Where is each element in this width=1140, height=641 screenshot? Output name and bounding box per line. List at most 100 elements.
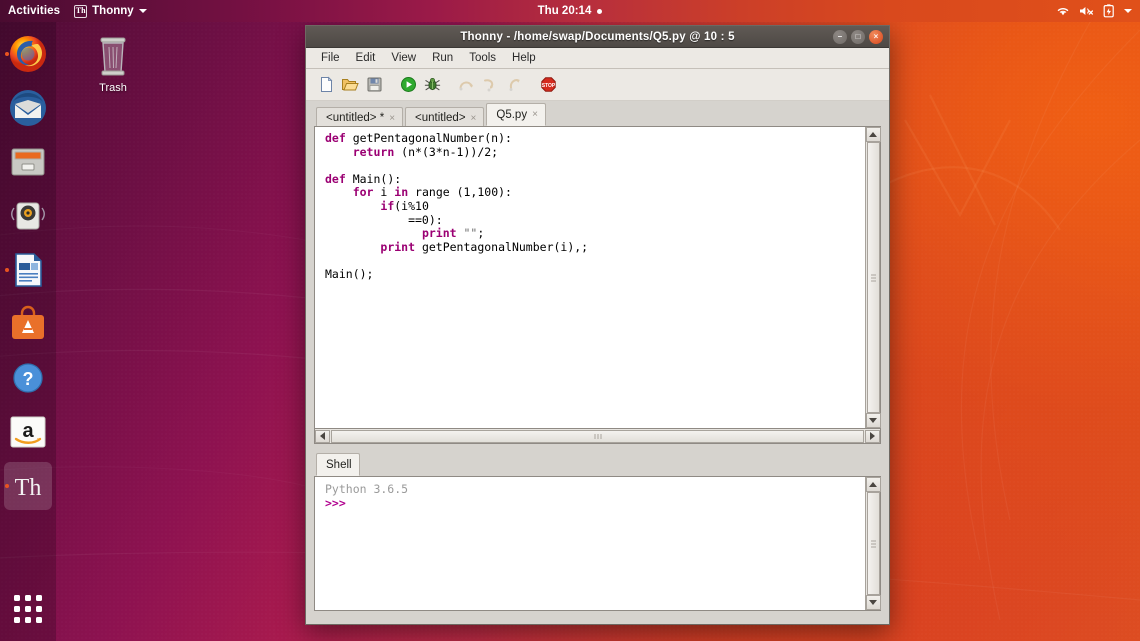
clock-button[interactable]: Thu 20:14 — [470, 5, 670, 17]
triangle-down-icon — [869, 418, 877, 423]
menu-edit[interactable]: Edit — [349, 50, 383, 66]
run-button[interactable] — [397, 74, 419, 96]
dock: ? a Th — [0, 22, 56, 641]
minimize-button[interactable]: – — [833, 30, 847, 44]
open-file-button[interactable] — [339, 74, 361, 96]
menu-file[interactable]: File — [314, 50, 347, 66]
svg-text:a: a — [22, 420, 34, 442]
thonny-icon: Th — [74, 5, 87, 18]
dock-item-help[interactable]: ? — [4, 354, 52, 402]
grid-dot — [36, 606, 42, 612]
code-token — [325, 145, 353, 159]
step-into-button[interactable] — [479, 74, 501, 96]
window-controls: – □ × — [833, 30, 883, 44]
code-token: getPentagonalNumber(n): — [346, 131, 512, 145]
code-token: (i%10 — [394, 199, 429, 213]
menu-help[interactable]: Help — [505, 50, 543, 66]
menu-tools[interactable]: Tools — [462, 50, 503, 66]
dock-item-thunderbird[interactable] — [4, 84, 52, 132]
dock-item-amazon[interactable]: a — [4, 408, 52, 456]
maximize-button[interactable]: □ — [851, 30, 865, 44]
code-editor-frame: def getPentagonalNumber(n): return (n*(3… — [314, 126, 881, 429]
system-menu-chevron-icon[interactable] — [1124, 9, 1132, 13]
dock-item-libreoffice-writer[interactable] — [4, 246, 52, 294]
code-token: in — [394, 185, 408, 199]
grid-dot — [14, 617, 20, 623]
grid-dot — [25, 606, 31, 612]
tab-label: <untitled> * — [326, 112, 384, 124]
shell-vertical-scrollbar[interactable] — [865, 477, 880, 610]
editor-horizontal-scrollbar[interactable] — [314, 429, 881, 444]
scrollbar-thumb[interactable] — [331, 430, 864, 443]
code-token: "" — [464, 226, 478, 240]
code-token — [325, 199, 380, 213]
desktop-icon-trash[interactable]: Trash — [82, 34, 144, 94]
code-token: for — [353, 185, 374, 199]
activities-button[interactable]: Activities — [8, 5, 60, 17]
tab-close-icon[interactable]: × — [532, 109, 538, 120]
code-token — [325, 185, 353, 199]
app-menu-button[interactable]: Th Thonny — [74, 5, 147, 18]
save-file-button[interactable] — [363, 74, 385, 96]
python-version-line: Python 3.6.5 — [325, 482, 408, 496]
new-file-button[interactable] — [315, 74, 337, 96]
stop-button[interactable]: STOP — [537, 74, 559, 96]
tab-label: Shell — [326, 459, 352, 471]
open-folder-icon — [341, 76, 359, 93]
code-token: Main(): — [346, 172, 401, 186]
editor-tab-q5py[interactable]: Q5.py × — [486, 103, 546, 126]
thonny-icon: Th — [8, 466, 48, 506]
battery-icon — [1103, 4, 1115, 18]
code-editor-text[interactable]: def getPentagonalNumber(n): return (n*(3… — [315, 127, 865, 428]
running-indicator — [5, 268, 9, 272]
debug-button[interactable] — [421, 74, 443, 96]
step-over-icon — [458, 76, 475, 93]
code-token: def — [325, 172, 346, 186]
tab-close-icon[interactable]: × — [471, 113, 477, 124]
menu-view[interactable]: View — [384, 50, 423, 66]
grid-dot — [36, 617, 42, 623]
scroll-down-button[interactable] — [866, 413, 881, 428]
scroll-right-button[interactable] — [865, 430, 880, 443]
clock-label: Thu 20:14 — [538, 5, 592, 17]
trash-icon — [93, 34, 133, 78]
running-indicator — [5, 52, 9, 56]
scrollbar-thumb[interactable] — [867, 142, 880, 413]
rhythmbox-icon — [8, 196, 48, 236]
scroll-left-button[interactable] — [315, 430, 330, 443]
scroll-up-button[interactable] — [866, 127, 881, 142]
dock-item-rhythmbox[interactable] — [4, 192, 52, 240]
show-applications-button[interactable] — [4, 585, 52, 633]
libreoffice-writer-icon — [8, 250, 48, 290]
editor-tab-untitled-modified[interactable]: <untitled> * × — [316, 107, 403, 128]
scrollbar-thumb[interactable] — [867, 492, 880, 595]
tab-close-icon[interactable]: × — [389, 113, 395, 124]
code-token: if — [380, 199, 394, 213]
window-titlebar[interactable]: Thonny - /home/swap/Documents/Q5.py @ 10… — [306, 26, 889, 48]
menu-bar: File Edit View Run Tools Help — [306, 48, 889, 69]
editor-vertical-scrollbar[interactable] — [865, 127, 880, 428]
thonny-window[interactable]: Thonny - /home/swap/Documents/Q5.py @ 10… — [305, 25, 890, 625]
menu-run[interactable]: Run — [425, 50, 460, 66]
shell-output[interactable]: Python 3.6.5 >>> — [315, 477, 865, 610]
amazon-icon: a — [8, 412, 48, 452]
triangle-right-icon — [870, 432, 875, 440]
step-out-button[interactable] — [503, 74, 525, 96]
step-over-button[interactable] — [455, 74, 477, 96]
shell-tab[interactable]: Shell — [316, 453, 360, 476]
scroll-down-button[interactable] — [866, 595, 881, 610]
thunderbird-icon — [8, 88, 48, 128]
dock-item-firefox[interactable] — [4, 30, 52, 78]
code-token — [325, 240, 380, 254]
scroll-up-button[interactable] — [866, 477, 881, 492]
run-play-icon — [400, 76, 417, 93]
dock-item-files[interactable] — [4, 138, 52, 186]
dock-item-thonny[interactable]: Th — [4, 462, 52, 510]
stop-sign-icon: STOP — [540, 76, 557, 93]
dock-item-ubuntu-software[interactable] — [4, 300, 52, 348]
close-button[interactable]: × — [869, 30, 883, 44]
files-icon — [8, 142, 48, 182]
grid-dot — [14, 606, 20, 612]
editor-tab-untitled[interactable]: <untitled> × — [405, 107, 484, 128]
system-indicators[interactable] — [1056, 4, 1132, 18]
